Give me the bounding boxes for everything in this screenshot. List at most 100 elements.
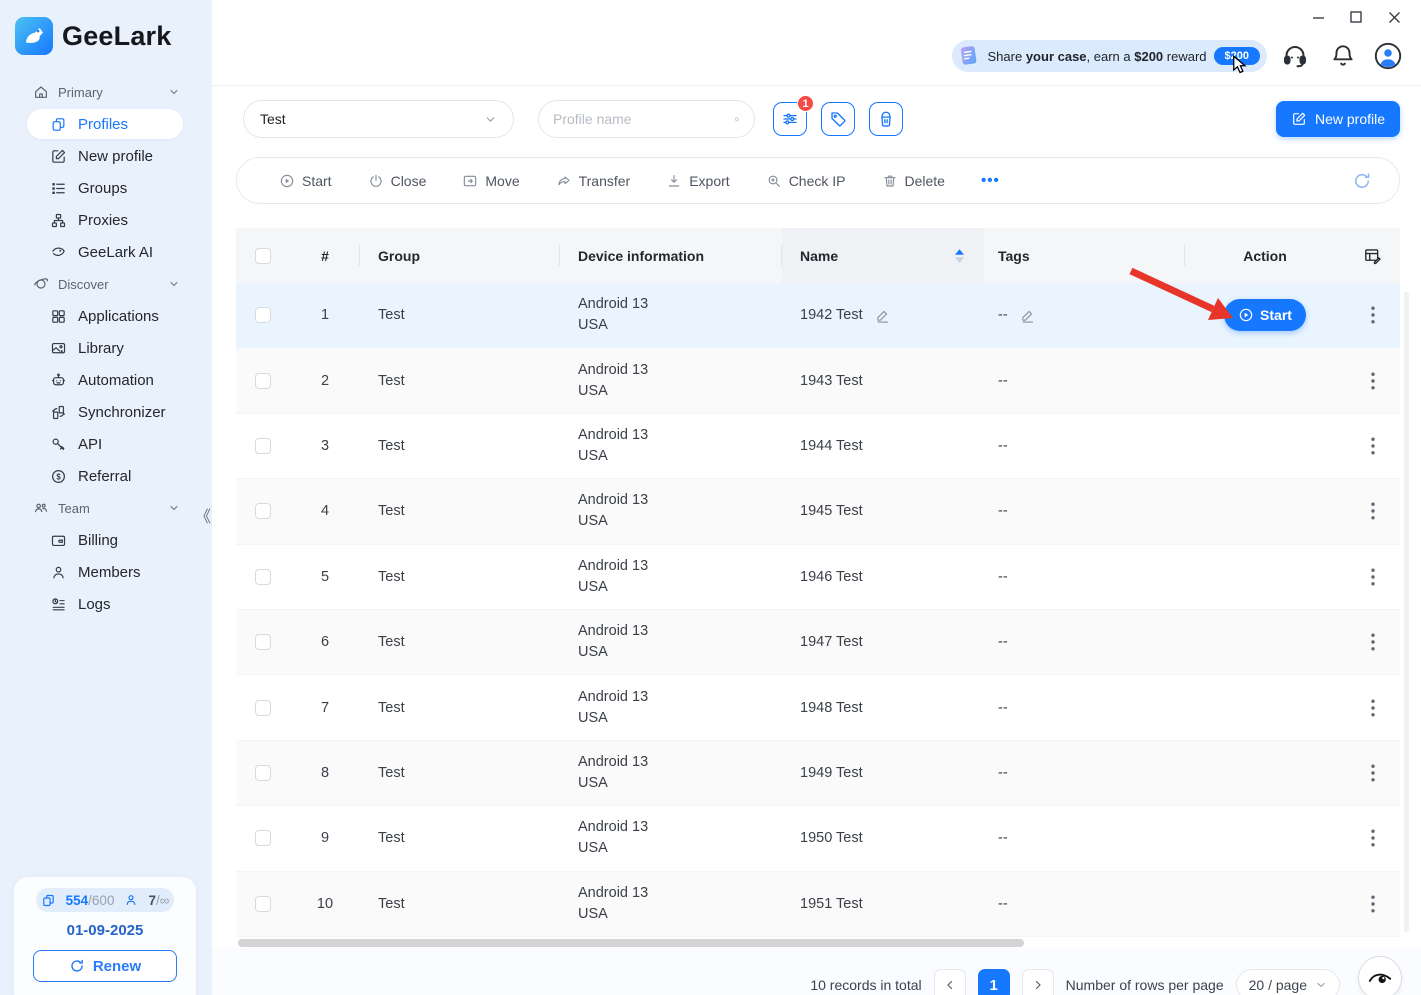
minimize-button[interactable] [1299, 5, 1337, 29]
table-row[interactable]: 9TestAndroid 13USA1950 Test-- [236, 806, 1400, 871]
row-more-button[interactable] [1367, 564, 1379, 590]
next-page-button[interactable] [1022, 969, 1054, 995]
select-all-checkbox[interactable] [255, 248, 271, 264]
toolbar-check-ip[interactable]: Check IP [766, 173, 846, 189]
section-primary[interactable]: Primary [0, 76, 212, 108]
advanced-filter-button[interactable]: 1 [773, 102, 807, 136]
edit-name-icon[interactable] [875, 308, 890, 323]
table-row[interactable]: 4TestAndroid 13USA1945 Test-- [236, 479, 1400, 544]
sidebar-item-members[interactable]: Members [0, 556, 212, 588]
sidebar-item-label: Automation [78, 372, 154, 389]
new-profile-button[interactable]: New profile [1276, 101, 1400, 137]
toolbar-start[interactable]: Start [279, 173, 332, 189]
col-index: # [290, 228, 360, 283]
table-row[interactable]: 5TestAndroid 13USA1946 Test-- [236, 545, 1400, 610]
toolbar-close[interactable]: Close [368, 173, 427, 189]
horizontal-scrollbar[interactable] [238, 939, 1024, 947]
sidebar-item-library[interactable]: Library [0, 332, 212, 364]
sort-toggle[interactable] [955, 249, 964, 263]
sidebar-item-logs[interactable]: Logs [0, 588, 212, 620]
row-checkbox[interactable] [255, 896, 271, 912]
table-row[interactable]: 7TestAndroid 13USA1948 Test-- [236, 675, 1400, 740]
table-row[interactable]: 1TestAndroid 13USA1942 Test--Start [236, 283, 1400, 348]
sidebar-item-groups[interactable]: Groups [0, 172, 212, 204]
sidebar-item-applications[interactable]: Applications [0, 300, 212, 332]
sidebar-item-proxies[interactable]: Proxies [0, 204, 212, 236]
row-checkbox[interactable] [255, 373, 271, 389]
sidebar-item-profiles[interactable]: Profiles [27, 109, 183, 139]
promo-banner[interactable]: Share your case, earn a $200 reward $200 [952, 40, 1267, 72]
search-input[interactable] [553, 111, 734, 127]
sidebar-item-referral[interactable]: $ Referral [0, 460, 212, 492]
table-row[interactable]: 8TestAndroid 13USA1949 Test-- [236, 741, 1400, 806]
discover-icon [33, 276, 49, 292]
sidebar-item-billing[interactable]: Billing [0, 524, 212, 556]
row-checkbox[interactable] [255, 438, 271, 454]
refresh-table-button[interactable] [1352, 171, 1372, 191]
row-checkbox[interactable] [255, 569, 271, 585]
sidebar-item-automation[interactable]: Automation [0, 364, 212, 396]
row-more-button[interactable] [1367, 825, 1379, 851]
recycle-bin-button[interactable] [869, 102, 903, 136]
col-name[interactable]: Name [782, 228, 984, 283]
table-row[interactable]: 10TestAndroid 13USA1951 Test-- [236, 872, 1400, 937]
row-more-button[interactable] [1367, 433, 1379, 459]
row-checkbox[interactable] [255, 700, 271, 716]
prev-page-button[interactable] [934, 969, 966, 995]
table-row[interactable]: 3TestAndroid 13USA1944 Test-- [236, 414, 1400, 479]
row-group: Test [360, 700, 560, 716]
toolbar-export[interactable]: Export [666, 173, 729, 189]
row-more-button[interactable] [1367, 760, 1379, 786]
row-tags: -- [998, 503, 1008, 519]
section-team[interactable]: Team [0, 492, 212, 524]
table-row[interactable]: 6TestAndroid 13USA1947 Test-- [236, 610, 1400, 675]
row-checkbox[interactable] [255, 503, 271, 519]
toolbar-more-button[interactable]: ••• [981, 172, 1000, 189]
profile-search[interactable] [538, 100, 755, 138]
sidebar-collapse-icon[interactable]: 《 [195, 503, 209, 527]
sidebar-item-api[interactable]: API [0, 428, 212, 460]
close-button[interactable] [1375, 5, 1413, 29]
row-checkbox[interactable] [255, 830, 271, 846]
page-1-button[interactable]: 1 [978, 969, 1010, 995]
toolbar-delete[interactable]: Delete [882, 173, 945, 189]
edit-tags-icon[interactable] [1020, 308, 1035, 323]
row-more-icon [1371, 372, 1375, 390]
page-size-select[interactable]: 20 / page [1236, 969, 1340, 995]
notifications-button[interactable] [1330, 42, 1356, 68]
sidebar-item-new-profile[interactable]: New profile [0, 140, 212, 172]
group-select[interactable]: Test [243, 100, 514, 138]
reward-button[interactable]: $200 [1214, 47, 1260, 65]
row-more-button[interactable] [1367, 695, 1379, 721]
vertical-scrollbar[interactable] [1404, 292, 1409, 932]
sidebar-nav: Primary Profiles New profile Groups Prox… [0, 76, 212, 620]
row-checkbox[interactable] [255, 634, 271, 650]
table-row[interactable]: 2TestAndroid 13USA1943 Test-- [236, 348, 1400, 413]
row-name: 1943 Test [800, 373, 863, 389]
toolbar-transfer[interactable]: Transfer [556, 173, 631, 189]
sidebar-item-synchronizer[interactable]: Synchronizer [0, 396, 212, 428]
geelark-logo-icon [15, 17, 53, 55]
renew-button[interactable]: Renew [33, 950, 177, 982]
column-settings-button[interactable] [1345, 228, 1400, 283]
sidebar-item-geelark-ai[interactable]: GeeLark AI [0, 236, 212, 268]
row-more-button[interactable] [1367, 498, 1379, 524]
toolbar-move[interactable]: Move [462, 173, 519, 189]
new-profile-icon [50, 148, 67, 165]
row-more-icon [1371, 764, 1375, 782]
assistant-fab[interactable] [1358, 956, 1402, 995]
row-more-button[interactable] [1367, 368, 1379, 394]
row-checkbox[interactable] [255, 765, 271, 781]
row-more-button[interactable] [1367, 629, 1379, 655]
support-button[interactable] [1281, 42, 1309, 70]
logs-icon [50, 596, 67, 613]
row-more-button[interactable] [1367, 302, 1379, 328]
row-checkbox[interactable] [255, 307, 271, 323]
row-start-button[interactable]: Start [1224, 299, 1306, 331]
tags-button[interactable] [821, 102, 855, 136]
account-button[interactable] [1374, 42, 1402, 70]
section-discover[interactable]: Discover [0, 268, 212, 300]
topbar: Share your case, earn a $200 reward $200 [212, 0, 1421, 86]
maximize-button[interactable] [1337, 5, 1375, 29]
row-more-button[interactable] [1367, 891, 1379, 917]
